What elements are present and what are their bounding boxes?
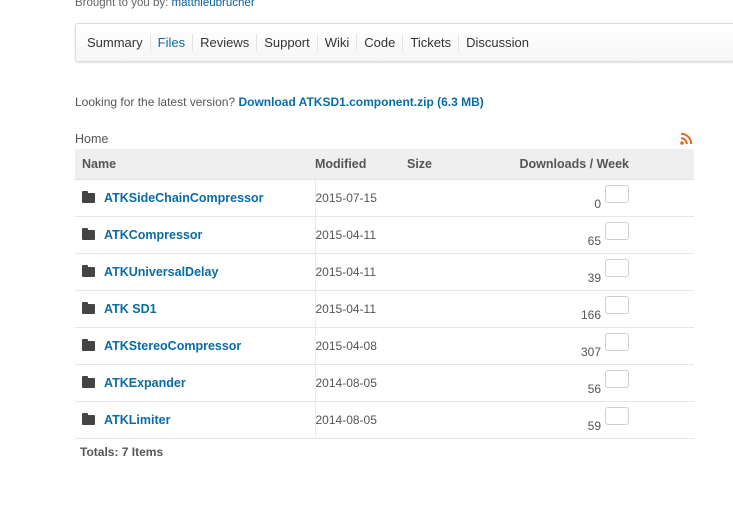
- rss-icon[interactable]: [680, 132, 693, 145]
- table-row[interactable]: ATKLimiter 2014-08-05 59: [75, 401, 694, 439]
- tab-reviews[interactable]: Reviews: [193, 34, 258, 51]
- table-row[interactable]: ATKCompressor 2015-04-11 65: [75, 216, 694, 254]
- table-header-row: Name Modified Size Downloads / Week: [75, 149, 694, 180]
- folder-link[interactable]: ATK SD1: [104, 302, 157, 316]
- folder-link[interactable]: ATKCompressor: [104, 228, 202, 242]
- tab-summary[interactable]: Summary: [80, 34, 151, 51]
- table-row[interactable]: ATKSideChainCompressor 2015-07-15 0: [75, 179, 694, 217]
- folder-icon: [82, 190, 95, 203]
- modified-date: 2015-07-15: [315, 179, 407, 217]
- author-link[interactable]: matthieubrucher: [172, 0, 255, 9]
- folder-icon: [82, 264, 95, 277]
- folder-icon: [82, 412, 95, 425]
- download-sparkline: [605, 296, 629, 314]
- download-sparkline: [605, 407, 629, 425]
- header-modified[interactable]: Modified: [315, 149, 407, 180]
- project-tabs: Summary Files Reviews Support Wiki Code …: [75, 23, 733, 62]
- folder-link[interactable]: ATKUniversalDelay: [104, 265, 218, 279]
- folder-link[interactable]: ATKSideChainCompressor: [104, 191, 264, 205]
- download-count: 65: [587, 234, 601, 248]
- download-latest-link[interactable]: Download ATKSD1.component.zip (6.3 MB): [238, 95, 483, 109]
- table-row[interactable]: ATKUniversalDelay 2015-04-11 39: [75, 253, 694, 291]
- download-sparkline: [605, 333, 629, 351]
- download-sparkline: [605, 370, 629, 388]
- download-count: 59: [587, 419, 601, 433]
- header-downloads[interactable]: Downloads / Week: [487, 149, 694, 180]
- download-count: 166: [580, 308, 601, 322]
- download-sparkline: [605, 259, 629, 277]
- brought-by-label: Brought to you by:: [75, 0, 169, 9]
- file-size: [407, 401, 487, 439]
- download-count: 39: [587, 271, 601, 285]
- latest-version: Looking for the latest version? Download…: [75, 95, 484, 109]
- totals-summary: Totals: 7 Items: [80, 445, 164, 459]
- file-size: [407, 290, 487, 328]
- file-size: [407, 253, 487, 291]
- breadcrumb[interactable]: Home: [75, 132, 108, 146]
- modified-date: 2015-04-11: [315, 253, 407, 291]
- folder-link[interactable]: ATKLimiter: [104, 413, 170, 427]
- folder-icon: [82, 301, 95, 314]
- download-count: 0: [594, 197, 601, 211]
- folder-icon: [82, 227, 95, 240]
- download-count: 307: [580, 345, 601, 359]
- latest-version-label: Looking for the latest version?: [75, 95, 236, 109]
- header-size[interactable]: Size: [407, 149, 487, 180]
- modified-date: 2015-04-11: [315, 216, 407, 254]
- tab-discussion[interactable]: Discussion: [459, 34, 536, 51]
- files-table: Name Modified Size Downloads / Week ATKS…: [75, 149, 694, 439]
- table-row[interactable]: ATK SD1 2015-04-11 166: [75, 290, 694, 328]
- file-size: [407, 179, 487, 217]
- folder-link[interactable]: ATKExpander: [104, 376, 186, 390]
- folder-link[interactable]: ATKStereoCompressor: [104, 339, 241, 353]
- tab-files[interactable]: Files: [151, 34, 194, 51]
- folder-icon: [82, 375, 95, 388]
- modified-date: 2015-04-11: [315, 290, 407, 328]
- download-sparkline: [605, 222, 629, 240]
- modified-date: 2015-04-08: [315, 327, 407, 365]
- file-size: [407, 216, 487, 254]
- tab-code[interactable]: Code: [357, 34, 404, 51]
- tab-tickets[interactable]: Tickets: [403, 34, 460, 51]
- tab-support[interactable]: Support: [257, 34, 318, 51]
- download-count: 56: [587, 382, 601, 396]
- header-name[interactable]: Name: [75, 149, 315, 180]
- modified-date: 2014-08-05: [315, 364, 407, 402]
- download-sparkline: [605, 185, 629, 203]
- tab-wiki[interactable]: Wiki: [318, 34, 358, 51]
- file-size: [407, 327, 487, 365]
- table-row[interactable]: ATKExpander 2014-08-05 56: [75, 364, 694, 402]
- table-row[interactable]: ATKStereoCompressor 2015-04-08 307: [75, 327, 694, 365]
- file-size: [407, 364, 487, 402]
- brought-by: Brought to you by: matthieubrucher: [75, 0, 255, 9]
- modified-date: 2014-08-05: [315, 401, 407, 439]
- folder-icon: [82, 338, 95, 351]
